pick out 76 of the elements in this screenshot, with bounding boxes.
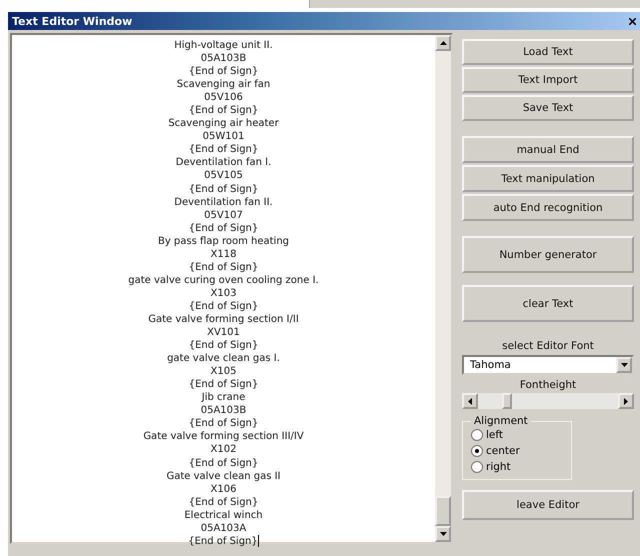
scrollbar[interactable] [435,35,451,542]
action-button[interactable]: Number generator [462,236,634,273]
text-line: High-voltage unit II. [174,39,273,52]
text-line: {End of Sign} [188,534,259,548]
font-value: Tahoma [469,359,511,371]
scroll-up-button[interactable] [435,35,451,51]
slider-left-button[interactable] [462,393,478,409]
radio-button[interactable] [471,461,483,473]
text-line: XV101 [207,326,240,340]
right-arrow-icon [624,398,628,404]
action-button[interactable]: Text Import [462,67,634,93]
text-line: Electrical winch [184,508,263,522]
left-arrow-icon [468,398,472,404]
text-line: gate valve curing oven cooling zone I. [128,274,319,287]
text-line: Gate valve forming section III/IV [143,430,304,444]
text-line: 05V106 [204,91,243,104]
alignment-option[interactable]: left [471,429,563,441]
alignment-option[interactable]: right [471,461,563,473]
text-line: Scavenging air heater [168,117,279,130]
action-button[interactable]: Save Text [462,95,634,121]
font-label: select Editor Font [501,340,595,352]
slider-thumb[interactable] [502,393,512,409]
text-cursor [258,535,259,548]
window-title: Text Editor Window [12,14,132,28]
text-line: gate valve clean gas I. [167,352,280,366]
fontheight-slider[interactable] [462,393,634,409]
text-line: 05V107 [204,208,243,222]
text-line: By pass flap room heating [158,234,290,248]
text-line: {End of Sign} [188,378,258,392]
text-line: 05A103A [200,522,246,535]
action-button[interactable]: manual End [462,136,634,163]
text-line: {End of Sign} [188,417,258,430]
text-line: 05A103B [200,52,246,66]
text-line: X102 [210,443,236,456]
radio-button[interactable] [471,429,483,441]
down-arrow-icon [440,532,446,536]
action-button[interactable]: clear Text [462,285,634,322]
text-line: {End of Sign} [188,143,258,156]
scroll-down-button[interactable] [435,526,451,542]
close-icon[interactable] [629,18,636,24]
text-line: {End of Sign} [188,222,258,235]
scroll-thumb[interactable] [435,496,451,526]
text-line: Deventilation fan I. [176,156,272,170]
font-dropdown[interactable]: Tahoma [462,355,634,375]
text-line: {End of Sign} [188,65,258,78]
text-line: 05V105 [204,169,243,183]
alignment-legend: Alignment [471,415,531,427]
text-line: {End of Sign} [188,496,258,509]
text-line: Deventilation fan II. [174,196,273,209]
alignment-option[interactable]: center [471,445,563,457]
dropdown-button[interactable] [616,357,632,373]
text-line: 05W101 [202,130,244,144]
text-line: Jib crane [202,391,246,404]
text-line: {End of Sign} [188,104,258,118]
text-line: Gate valve clean gas II [166,470,281,483]
text-line: {End of Sign} [188,182,258,196]
text-line: X103 [210,286,236,300]
text-line: X105 [210,365,236,378]
up-arrow-icon [440,41,446,45]
text-line: {End of Sign} [188,300,258,313]
text-line: {End of Sign} [188,260,258,274]
text-line: Scavenging air fan [176,78,270,92]
text-line: X106 [210,482,236,496]
text-line: X118 [210,248,236,261]
leave-editor-button[interactable]: leave Editor [462,490,634,520]
action-button[interactable]: auto End recognition [462,194,634,221]
action-button[interactable]: Load Text [462,39,634,65]
action-button[interactable]: Text manipulation [462,165,634,192]
radio-button[interactable] [471,445,483,457]
slider-right-button[interactable] [618,393,634,409]
text-line: {End of Sign} [188,456,258,470]
text-line: 05A103B [200,404,246,418]
text-line: {End of Sign} [188,339,258,352]
text-line: Gate valve forming section I/II [148,312,299,326]
fontheight-label: Fontheight [518,379,578,391]
caret-icon [620,363,628,367]
